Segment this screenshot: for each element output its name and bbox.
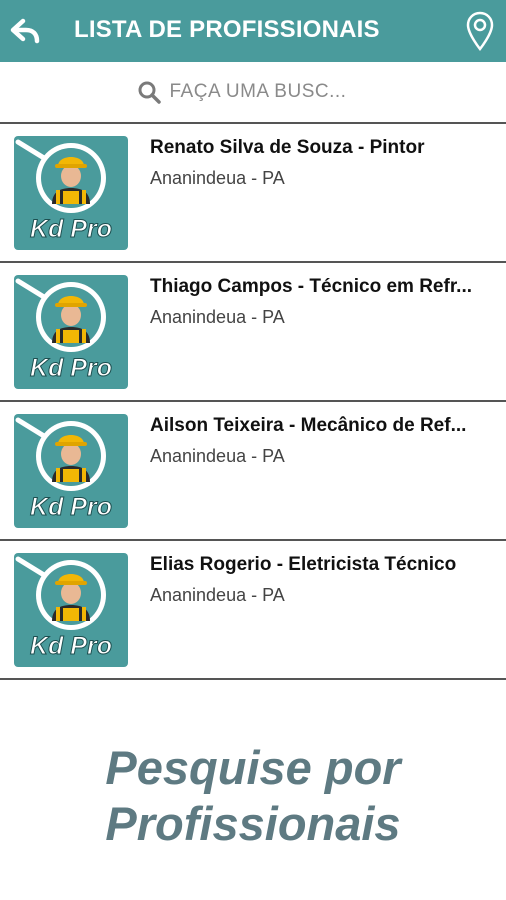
kdpro-logo: Kd Pro (14, 553, 128, 667)
professional-location: Ananindeua - PA (150, 446, 285, 466)
logo-text: Kd Pro (30, 493, 112, 521)
kdpro-logo: Kd Pro (14, 414, 128, 528)
professional-location: Ananindeua - PA (150, 585, 285, 605)
kdpro-logo: Kd Pro (14, 136, 128, 250)
map-pin-icon[interactable] (466, 11, 494, 51)
list-item[interactable]: Kd Pro Ailson Teixeira - Mecânico de Ref… (0, 400, 506, 539)
professional-list: Kd Pro Renato Silva de Souza - Pintor An… (0, 122, 506, 680)
list-item[interactable]: Kd Pro Elias Rogerio - Eletricista Técni… (0, 539, 506, 680)
list-item[interactable]: Kd Pro Thiago Campos - Técnico em Refr..… (0, 261, 506, 400)
professional-name: Thiago Campos - Técnico em Refr... (150, 276, 473, 297)
professional-name: Renato Silva de Souza - Pintor (150, 137, 425, 158)
search-wrapper (137, 80, 360, 104)
professional-location: Ananindeua - PA (150, 307, 285, 327)
search-icon[interactable] (137, 80, 161, 104)
page-title: LISTA DE PROFISSIONAIS (74, 16, 380, 43)
footer-line-1: Pesquise por (105, 741, 401, 794)
search-input[interactable] (169, 81, 360, 103)
professional-location: Ananindeua - PA (150, 168, 285, 188)
list-item[interactable]: Kd Pro Renato Silva de Souza - Pintor An… (0, 122, 506, 261)
professional-name: Ailson Teixeira - Mecânico de Ref... (150, 415, 467, 436)
search-bar (0, 62, 506, 122)
professional-name: Elias Rogerio - Eletricista Técnico (150, 554, 457, 575)
logo-text: Kd Pro (30, 354, 112, 382)
kdpro-logo: Kd Pro (14, 275, 128, 389)
footer-promo: Pesquise por Profissionais (0, 740, 506, 852)
logo-text: Kd Pro (30, 215, 112, 243)
footer-line-2: Profissionais (105, 797, 401, 850)
logo-text: Kd Pro (30, 632, 112, 660)
app-bar: LISTA DE PROFISSIONAIS (0, 0, 506, 62)
back-arrow-icon[interactable] (10, 18, 40, 44)
